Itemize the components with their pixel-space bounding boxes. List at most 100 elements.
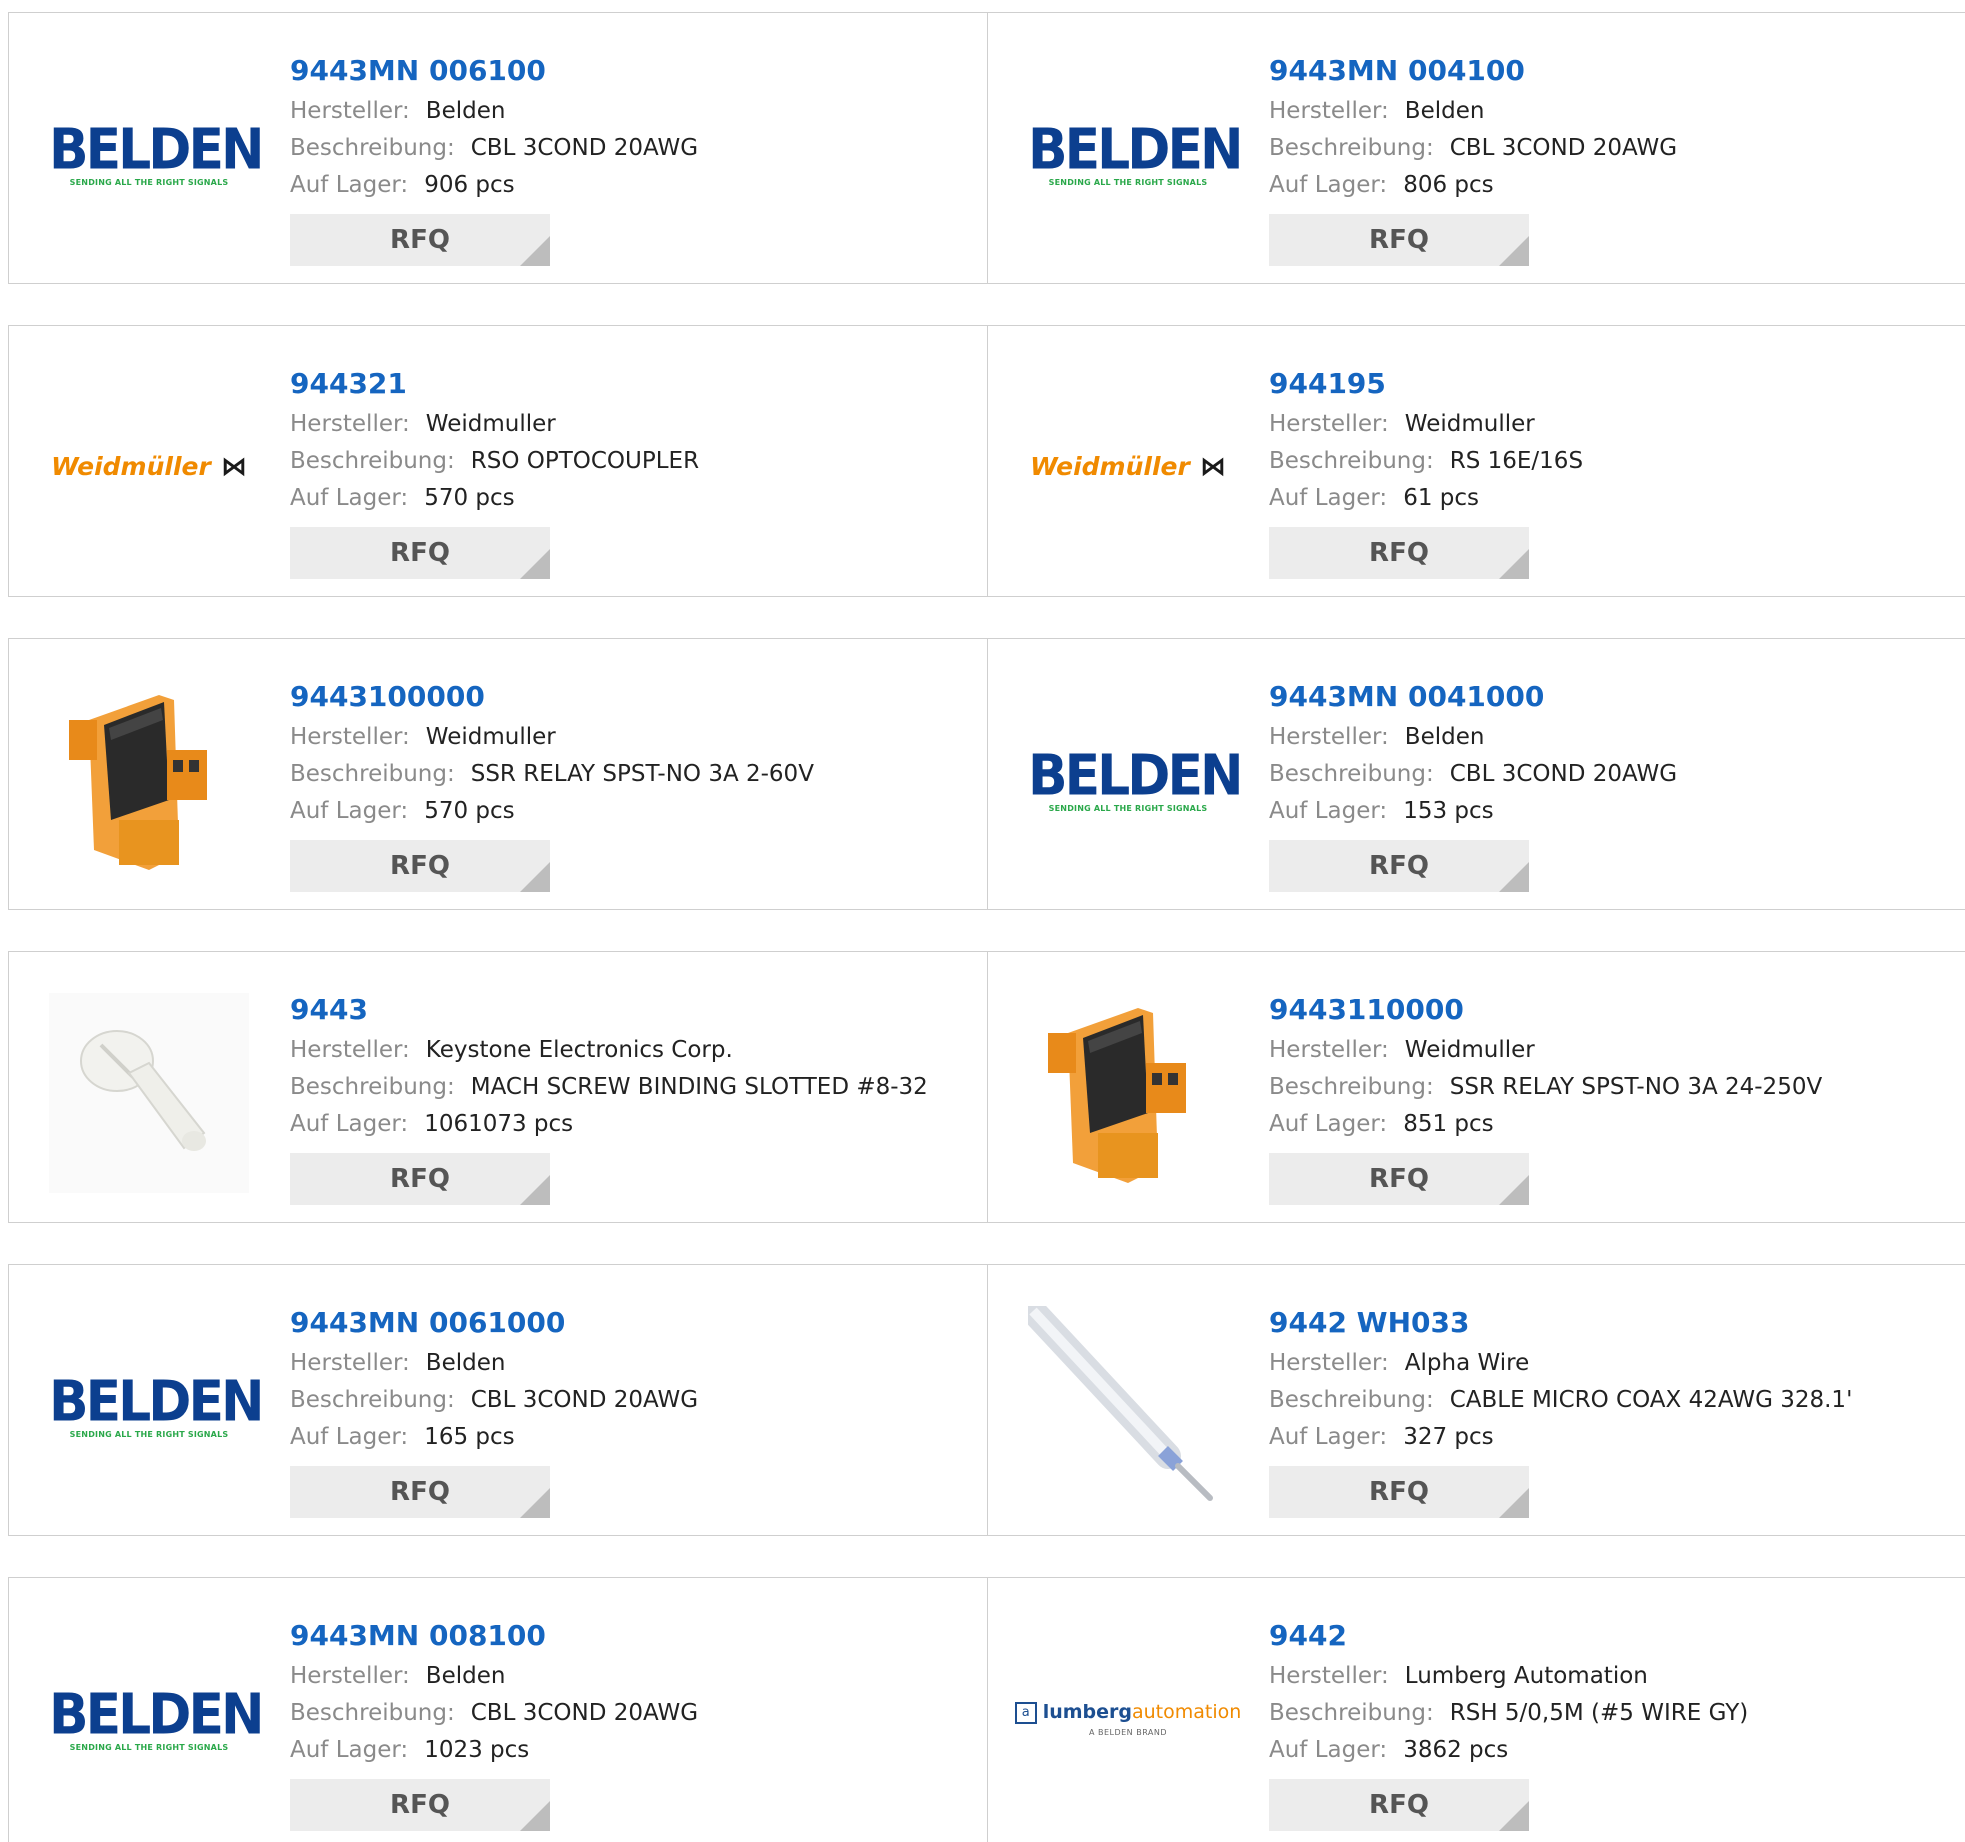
manufacturer-label: Hersteller:: [290, 1037, 410, 1063]
manufacturer-label: Hersteller:: [1269, 411, 1389, 437]
product-info: 9443100000 Hersteller: Weidmuller Beschreib…: [290, 679, 814, 892]
description-line: Beschreibung: CBL 3COND 20AWG: [1269, 130, 1677, 167]
product-image[interactable]: BELDEN SENDING ALL THE RIGHT SIGNALS: [49, 1306, 265, 1506]
product-image[interactable]: BELDEN SENDING ALL THE RIGHT SIGNALS: [1028, 54, 1244, 254]
description-label: Beschreibung:: [290, 448, 455, 474]
product-image[interactable]: [49, 680, 249, 880]
stock-label: Auf Lager:: [1269, 1111, 1388, 1137]
stock-line: Auf Lager: 1061073 pcs: [290, 1106, 928, 1143]
description-label: Beschreibung:: [290, 761, 455, 787]
product-info: 9443MN 004100 Hersteller: Belden Beschreibu…: [1269, 53, 1677, 266]
part-number-link[interactable]: 9443MN 0041000: [1269, 679, 1677, 715]
stock-label: Auf Lager:: [290, 1737, 409, 1763]
description-line: Beschreibung: CBL 3COND 20AWG: [1269, 756, 1677, 793]
manufacturer-label: Hersteller:: [290, 1663, 410, 1689]
lumberg-automation-logo: a lumbergautomation A BELDEN BRAND: [1014, 1701, 1241, 1737]
rfq-button[interactable]: RFQ: [1269, 214, 1529, 266]
manufacturer-line: Hersteller: Belden: [290, 93, 698, 130]
stock-line: Auf Lager: 851 pcs: [1269, 1106, 1822, 1143]
manufacturer-value: Weidmuller: [1404, 1037, 1535, 1063]
product-image[interactable]: BELDEN SENDING ALL THE RIGHT SIGNALS: [1028, 680, 1244, 880]
description-label: Beschreibung:: [1269, 448, 1434, 474]
product-image[interactable]: [1028, 993, 1228, 1193]
description-label: Beschreibung:: [1269, 1700, 1434, 1726]
stock-line: Auf Lager: 570 pcs: [290, 793, 814, 830]
description-line: Beschreibung: CBL 3COND 20AWG: [290, 1695, 698, 1732]
description-label: Beschreibung:: [1269, 135, 1434, 161]
description-value: RSH 5/0,5M (#5 WIRE GY): [1449, 1700, 1749, 1726]
stock-value: 570 pcs: [424, 485, 515, 511]
product-image[interactable]: Weidmüller ⋈: [49, 367, 249, 567]
weidmuller-logo: Weidmüller ⋈: [51, 452, 247, 482]
rfq-button[interactable]: RFQ: [1269, 840, 1529, 892]
description-line: Beschreibung: CBL 3COND 20AWG: [290, 1382, 698, 1419]
product-row: BELDEN SENDING ALL THE RIGHT SIGNALS 9443M…: [8, 1577, 1965, 1842]
manufacturer-label: Hersteller:: [1269, 1350, 1389, 1376]
manufacturer-value: Alpha Wire: [1404, 1350, 1530, 1376]
manufacturer-line: Hersteller: Alpha Wire: [1269, 1345, 1852, 1382]
part-number-link[interactable]: 9442: [1269, 1618, 1748, 1654]
manufacturer-value: Belden: [1404, 724, 1485, 750]
rfq-button[interactable]: RFQ: [290, 1779, 550, 1831]
stock-value: 165 pcs: [424, 1424, 515, 1450]
manufacturer-label: Hersteller:: [290, 411, 410, 437]
description-label: Beschreibung:: [290, 135, 455, 161]
product-grid: BELDEN SENDING ALL THE RIGHT SIGNALS 9443M…: [0, 0, 1965, 1842]
description-value: CBL 3COND 20AWG: [1449, 135, 1678, 161]
part-number-link[interactable]: 9443100000: [290, 679, 814, 715]
part-number-link[interactable]: 9443110000: [1269, 992, 1822, 1028]
product-card: 9443110000 Hersteller: Weidmuller Beschreib…: [987, 952, 1965, 1222]
product-image[interactable]: a lumbergautomation A BELDEN BRAND: [1014, 1619, 1241, 1819]
stock-label: Auf Lager:: [1269, 1424, 1388, 1450]
rfq-button[interactable]: RFQ: [290, 1153, 550, 1205]
relay-photo: [1028, 993, 1228, 1193]
description-label: Beschreibung:: [290, 1387, 455, 1413]
product-card: BELDEN SENDING ALL THE RIGHT SIGNALS 9443M…: [9, 1265, 987, 1535]
rfq-button[interactable]: RFQ: [1269, 1779, 1529, 1831]
product-image[interactable]: [1028, 1306, 1228, 1506]
manufacturer-line: Hersteller: Weidmuller: [290, 719, 814, 756]
part-number-link[interactable]: 944321: [290, 366, 699, 402]
product-row: BELDEN SENDING ALL THE RIGHT SIGNALS 9443M…: [8, 12, 1965, 284]
product-card: Weidmüller ⋈ 944321 Hersteller: Weidmuller Be…: [9, 326, 987, 596]
product-card: BELDEN SENDING ALL THE RIGHT SIGNALS 9443M…: [9, 1578, 987, 1842]
description-line: Beschreibung: MACH SCREW BINDING SLOTTED …: [290, 1069, 928, 1106]
product-image[interactable]: [49, 993, 249, 1193]
manufacturer-line: Hersteller: Belden: [290, 1658, 698, 1695]
rfq-button[interactable]: RFQ: [290, 527, 550, 579]
belden-logo: BELDEN SENDING ALL THE RIGHT SIGNALS: [49, 117, 265, 187]
manufacturer-label: Hersteller:: [1269, 1037, 1389, 1063]
part-number-link[interactable]: 9442 WH033: [1269, 1305, 1852, 1341]
rfq-button[interactable]: RFQ: [1269, 1153, 1529, 1205]
rfq-button[interactable]: RFQ: [290, 214, 550, 266]
stock-line: Auf Lager: 165 pcs: [290, 1419, 698, 1456]
manufacturer-value: Keystone Electronics Corp.: [425, 1037, 733, 1063]
stock-line: Auf Lager: 3862 pcs: [1269, 1732, 1748, 1769]
part-number-link[interactable]: 9443: [290, 992, 928, 1028]
stock-value: 3862 pcs: [1403, 1737, 1509, 1763]
description-value: CABLE MICRO COAX 42AWG 328.1': [1449, 1387, 1853, 1413]
rfq-button[interactable]: RFQ: [1269, 1466, 1529, 1518]
manufacturer-line: Hersteller: Belden: [1269, 93, 1677, 130]
stock-label: Auf Lager:: [1269, 1737, 1388, 1763]
product-image[interactable]: BELDEN SENDING ALL THE RIGHT SIGNALS: [49, 1619, 265, 1819]
stock-label: Auf Lager:: [290, 172, 409, 198]
manufacturer-line: Hersteller: Belden: [290, 1345, 698, 1382]
part-number-link[interactable]: 9443MN 0061000: [290, 1305, 698, 1341]
part-number-link[interactable]: 9443MN 008100: [290, 1618, 698, 1654]
description-line: Beschreibung: RSO OPTOCOUPLER: [290, 443, 699, 480]
stock-label: Auf Lager:: [1269, 485, 1388, 511]
rfq-button[interactable]: RFQ: [1269, 527, 1529, 579]
part-number-link[interactable]: 9443MN 004100: [1269, 53, 1677, 89]
product-info: 9443MN 0041000 Hersteller: Belden Beschreib…: [1269, 679, 1677, 892]
description-label: Beschreibung:: [290, 1074, 455, 1100]
part-number-link[interactable]: 944195: [1269, 366, 1583, 402]
rfq-button[interactable]: RFQ: [290, 1466, 550, 1518]
product-image[interactable]: BELDEN SENDING ALL THE RIGHT SIGNALS: [49, 54, 265, 254]
stock-line: Auf Lager: 806 pcs: [1269, 167, 1677, 204]
product-info: 9443MN 006100 Hersteller: Belden Beschreibu…: [290, 53, 698, 266]
part-number-link[interactable]: 9443MN 006100: [290, 53, 698, 89]
stock-line: Auf Lager: 1023 pcs: [290, 1732, 698, 1769]
product-image[interactable]: Weidmüller ⋈: [1028, 367, 1228, 567]
rfq-button[interactable]: RFQ: [290, 840, 550, 892]
